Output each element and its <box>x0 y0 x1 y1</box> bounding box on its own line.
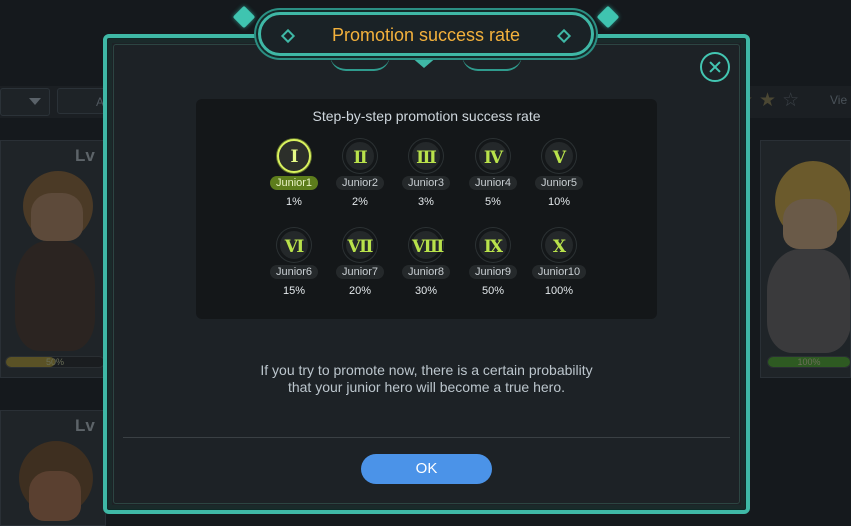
grade-medal-icon: Ⅳ <box>476 139 510 173</box>
banner-ornament <box>330 55 390 71</box>
hero-progress-bar: 50% <box>5 356 105 368</box>
close-button[interactable] <box>700 52 730 82</box>
grade-item: Ⅹ Junior10 100% <box>529 228 589 297</box>
grade-numeral: Ⅳ <box>483 148 503 168</box>
hero-face <box>29 471 81 521</box>
hero-body <box>15 241 95 351</box>
success-rate-panel: Step-by-step promotion success rate Ⅰ Ju… <box>196 99 657 319</box>
grade-rate: 30% <box>414 285 438 297</box>
description-line: that your junior hero will become a true… <box>287 379 566 395</box>
grade-rate: 20% <box>348 285 372 297</box>
grade-numeral: Ⅰ <box>290 147 299 167</box>
grade-label: Junior8 <box>401 265 451 279</box>
grade-medal-icon: Ⅷ <box>409 228 444 262</box>
grade-rate: 3% <box>418 196 434 208</box>
filter-field[interactable]: A <box>57 88 107 114</box>
grade-item: Ⅸ Junior9 50% <box>463 228 523 297</box>
hero-progress-bar: 100% <box>767 356 850 368</box>
panel-title: Step-by-step promotion success rate <box>312 108 541 124</box>
title-banner: Promotion success rate <box>258 12 594 56</box>
grade-numeral: Ⅲ <box>416 148 437 168</box>
grade-rate: 100% <box>544 285 574 297</box>
grade-label: Junior7 <box>335 265 385 279</box>
hero-body <box>767 249 850 353</box>
grade-rate: 50% <box>481 285 505 297</box>
hero-level: Lv <box>75 416 95 435</box>
grade-rate: 2% <box>352 196 368 208</box>
hero-face <box>31 193 83 241</box>
grade-medal-icon: Ⅵ <box>277 228 311 262</box>
hero-card[interactable]: Lv <box>0 410 106 526</box>
dialog-title: Promotion success rate <box>331 25 521 45</box>
grade-label: Junior3 <box>401 176 451 190</box>
grade-medal-icon: Ⅹ <box>542 228 576 262</box>
description-line: If you try to promote now, there is a ce… <box>260 362 593 378</box>
banner-tail-ornament <box>410 56 438 68</box>
grade-item: Ⅵ Junior6 15% <box>264 228 324 297</box>
grade-medal-icon: Ⅰ <box>277 139 311 173</box>
grade-medal-icon: Ⅱ <box>343 139 377 173</box>
ok-button[interactable]: OK <box>361 454 492 484</box>
grade-medal-icon: Ⅸ <box>476 228 510 262</box>
grade-label: Junior1 <box>269 176 319 190</box>
star-outline-icon: ☆ <box>782 89 800 111</box>
grade-numeral: Ⅱ <box>353 148 367 168</box>
chevron-down-icon <box>29 98 41 105</box>
progress-text: 100% <box>797 357 821 367</box>
sort-dropdown[interactable] <box>0 88 50 116</box>
grade-numeral: Ⅴ <box>552 148 566 168</box>
hero-card[interactable]: 100% <box>760 140 851 378</box>
hero-card[interactable]: Lv 50% <box>0 140 106 378</box>
grade-medal-icon: Ⅶ <box>343 228 377 262</box>
grade-numeral: Ⅹ <box>552 237 566 257</box>
grade-numeral: Ⅸ <box>483 237 503 257</box>
grade-item: Ⅱ Junior2 2% <box>330 139 390 208</box>
grade-numeral: Ⅶ <box>347 237 374 257</box>
promotion-description: If you try to promote now, there is a ce… <box>196 362 657 396</box>
grade-numeral: Ⅵ <box>284 237 305 257</box>
progress-text: 50% <box>45 357 64 367</box>
grade-label: Junior6 <box>269 265 319 279</box>
grade-rate: 1% <box>286 196 302 208</box>
grade-medal-icon: Ⅲ <box>409 139 443 173</box>
hero-level: Lv <box>75 146 95 165</box>
grade-rate: 15% <box>282 285 306 297</box>
grade-label: Junior5 <box>534 176 584 190</box>
grade-item: Ⅳ Junior4 5% <box>463 139 523 208</box>
grade-medal-icon: Ⅴ <box>542 139 576 173</box>
banner-ornament <box>462 55 522 71</box>
grade-label: Junior9 <box>468 265 518 279</box>
divider <box>123 437 730 438</box>
grade-label: Junior4 <box>468 176 518 190</box>
grade-label: Junior10 <box>531 265 587 279</box>
star-icon: ★ <box>759 89 777 111</box>
hero-face <box>783 199 837 249</box>
grade-rate: 10% <box>547 196 571 208</box>
view-label: Vie <box>830 93 848 107</box>
grade-numeral: Ⅷ <box>412 237 444 257</box>
grade-item: Ⅰ Junior1 1% <box>264 139 324 208</box>
grade-label: Junior2 <box>335 176 385 190</box>
grade-rate: 5% <box>485 196 501 208</box>
grade-item: Ⅲ Junior3 3% <box>396 139 456 208</box>
grade-item: Ⅶ Junior7 20% <box>330 228 390 297</box>
grade-item: Ⅷ Junior8 30% <box>396 228 456 297</box>
grade-item: Ⅴ Junior5 10% <box>529 139 589 208</box>
